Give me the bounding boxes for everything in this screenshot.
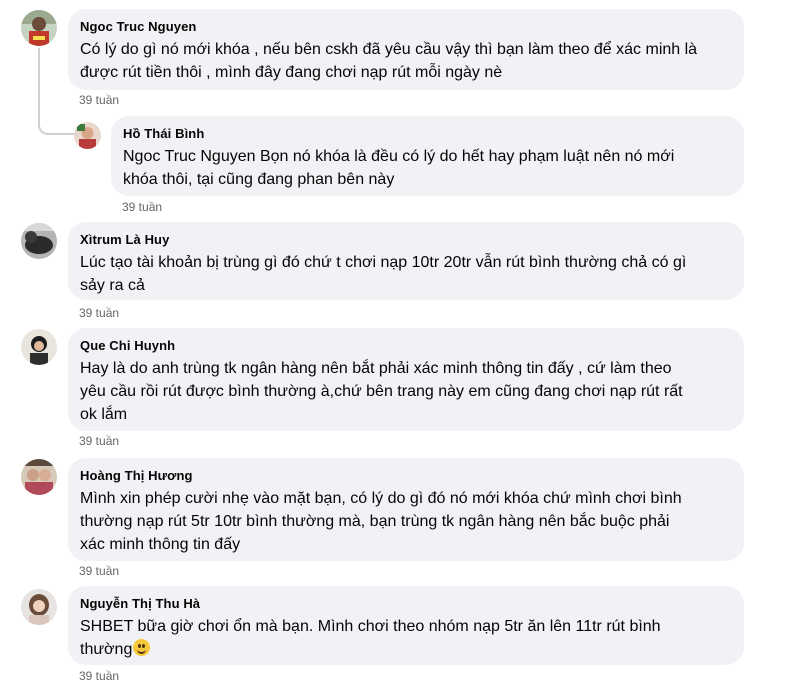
comment-text-line: SHBET bữa giờ chơi ổn mà bạn. Mình chơi … (80, 618, 661, 635)
comment-text-line: thường (80, 638, 732, 661)
smiling-face-emoji-icon (133, 639, 151, 656)
comment-author[interactable]: Nguyễn Thị Thu Hà (80, 595, 732, 612)
comment-item: Nguyễn Thị Thu Hà SHBET bữa giờ chơi ổn … (0, 0, 800, 680)
comment-bubble: Nguyễn Thị Thu Hà SHBET bữa giờ chơi ổn … (68, 586, 744, 665)
comment-timestamp[interactable]: 39 tuần (79, 668, 119, 680)
avatar[interactable] (21, 589, 57, 625)
comment-text: SHBET bữa giờ chơi ổn mà bạn. Mình chơi … (80, 615, 732, 661)
comments-panel: Ngoc Truc Nguyen Có lý do gì nó mới khóa… (0, 0, 800, 680)
avatar-photo (21, 589, 57, 625)
comment-text-line: thường (80, 641, 133, 658)
